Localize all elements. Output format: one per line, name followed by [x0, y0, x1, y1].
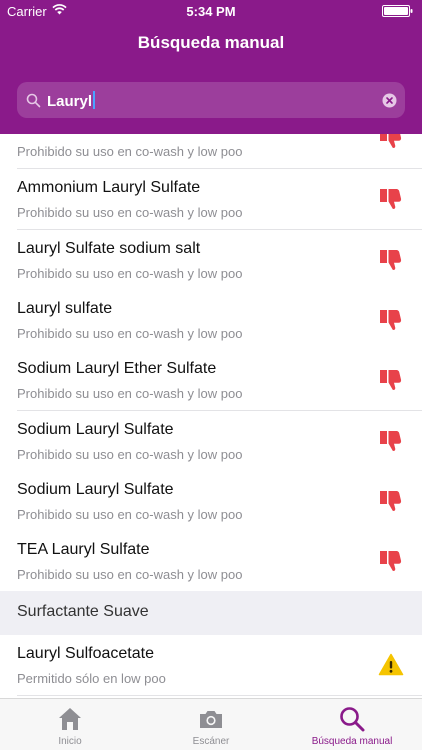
warning-icon: [378, 653, 404, 676]
thumbs-down-icon: [380, 431, 402, 452]
list-item[interactable]: Prohibido su uso en co-wash y low poo: [0, 134, 422, 169]
thumbs-down-icon: [380, 370, 402, 391]
item-subtitle: Prohibido su uso en co-wash y low poo: [17, 507, 243, 522]
list-item[interactable]: Sodium Lauryl Sulfate Prohibido su uso e…: [0, 471, 422, 532]
search-input-value: Lauryl: [47, 91, 96, 110]
list-item[interactable]: TEA Lauryl Sulfate Prohibido su uso en c…: [0, 531, 422, 592]
header: Carrier 5:34 PM Búsqueda manual Lauryl: [0, 0, 422, 134]
list-item[interactable]: Lauryl Sulfate sodium salt Prohibido su …: [0, 230, 422, 291]
tab-label: Búsqueda manual: [311, 736, 393, 747]
item-title: Lauryl sulfate: [17, 300, 113, 317]
list-item[interactable]: Lauryl sulfate Prohibido su uso en co-wa…: [0, 290, 422, 351]
home-icon: [59, 708, 81, 730]
tab-bar: Inicio Escáner Búsqueda manual: [0, 698, 422, 750]
search-input[interactable]: Lauryl: [17, 82, 405, 118]
thumbs-down-icon: [380, 491, 402, 512]
item-subtitle: Prohibido su uso en co-wash y low poo: [17, 567, 243, 582]
tab-label: Inicio: [58, 736, 82, 747]
section-header: Surfactante Suave: [0, 591, 422, 635]
item-subtitle: Prohibido su uso en co-wash y low poo: [17, 326, 243, 341]
tab-escaner[interactable]: Escáner: [141, 699, 281, 750]
battery-icon: [382, 5, 413, 17]
search-icon: [26, 93, 41, 108]
tab-label: Escáner: [192, 736, 230, 747]
thumbs-down-icon: [380, 134, 402, 148]
list-item[interactable]: Ammonium Lauryl Sulfate Prohibido su uso…: [0, 169, 422, 230]
item-subtitle: Prohibido su uso en co-wash y low poo: [17, 266, 243, 281]
item-title: Sodium Lauryl Ether Sulfate: [17, 360, 217, 377]
row-separator: [17, 695, 422, 696]
item-title: Sodium Lauryl Sulfate: [17, 421, 174, 438]
page-title: Búsqueda manual: [137, 33, 285, 52]
item-subtitle: Permitido sólo en low poo: [17, 671, 166, 686]
item-subtitle: Prohibido su uso en co-wash y low poo: [17, 447, 243, 462]
thumbs-down-icon: [380, 310, 402, 331]
thumbs-down-icon: [380, 189, 402, 210]
item-title: TEA Lauryl Sulfate: [17, 541, 150, 558]
tab-busqueda-manual[interactable]: Búsqueda manual: [282, 699, 422, 750]
list-item[interactable]: Lauryl Sulfoacetate Permitido sólo en lo…: [0, 635, 422, 696]
camera-icon: [200, 711, 222, 728]
thumbs-down-icon: [380, 551, 402, 572]
text-caret: [93, 91, 96, 109]
item-subtitle: Prohibido su uso en co-wash y low poo: [17, 205, 243, 220]
list-item[interactable]: Sodium Lauryl Sulfate Prohibido su uso e…: [0, 411, 422, 472]
section-label: Surfactante Suave: [17, 603, 149, 620]
item-title: Lauryl Sulfoacetate: [17, 645, 154, 662]
clear-search-icon[interactable]: [382, 93, 397, 108]
thumbs-down-icon: [380, 250, 402, 271]
item-subtitle: Prohibido su uso en co-wash y low poo: [17, 144, 243, 159]
item-subtitle: Prohibido su uso en co-wash y low poo: [17, 386, 243, 401]
list-item[interactable]: Sodium Lauryl Ether Sulfate Prohibido su…: [0, 350, 422, 411]
ingredient-list[interactable]: Prohibido su uso en co-wash y low poo Am…: [0, 134, 422, 698]
tab-inicio[interactable]: Inicio: [0, 699, 140, 750]
search-icon: [340, 707, 365, 732]
item-title: Sodium Lauryl Sulfate: [17, 481, 174, 498]
status-bar: Carrier 5:34 PM: [0, 0, 422, 22]
item-title: Ammonium Lauryl Sulfate: [17, 179, 201, 196]
item-title: Lauryl Sulfate sodium salt: [17, 240, 201, 257]
clock: 5:34 PM: [186, 4, 236, 19]
search-query: Lauryl: [47, 93, 93, 110]
